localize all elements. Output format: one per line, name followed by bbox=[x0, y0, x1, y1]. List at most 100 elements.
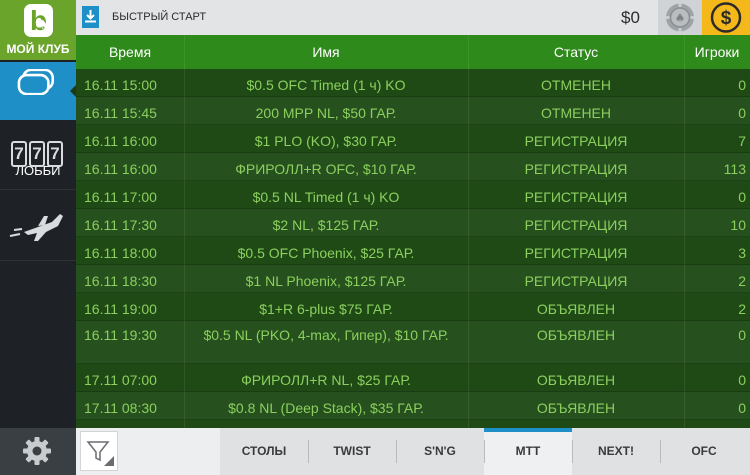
tab-1[interactable]: TWIST bbox=[308, 428, 396, 475]
tournament-time: 16.11 16:00 bbox=[84, 161, 157, 177]
filter-funnel-icon bbox=[86, 441, 114, 466]
column-header-name[interactable]: Имя bbox=[184, 35, 468, 69]
tournament-name: 200 MPP NL, $50 ГАР. bbox=[255, 105, 397, 121]
tournament-name: $1 PLO (KO), $30 ГАР. bbox=[254, 133, 398, 149]
players-count: 0 bbox=[738, 77, 746, 93]
players-count: 0 bbox=[738, 327, 746, 343]
gear-icon bbox=[23, 437, 51, 465]
tournament-status: РЕГИСТРАЦИЯ bbox=[524, 161, 628, 177]
tournament-status: РЕГИСТРАЦИЯ bbox=[524, 133, 628, 149]
sidebar-item-crash-game[interactable] bbox=[0, 191, 76, 261]
poker-chip-icon: ♠ bbox=[666, 3, 694, 32]
column-header-players[interactable]: Игроки bbox=[684, 35, 750, 69]
tournament-name: $0.5 OFC Phoenix, $25 ГАР. bbox=[237, 245, 415, 261]
quick-start-label[interactable]: БЫСТРЫЙ СТАРТ bbox=[112, 10, 206, 24]
table-row[interactable]: 16.11 18:30 $1 NL Phoenix, $125 ГАР. РЕГИС… bbox=[76, 265, 750, 293]
tournament-status: ОТМЕНЕН bbox=[541, 77, 611, 93]
tab-2[interactable]: S'N'G bbox=[396, 428, 484, 475]
tab-5[interactable]: OFC bbox=[660, 428, 748, 475]
tournament-status: ОБЪЯВЛЕН bbox=[536, 372, 616, 388]
tournament-name: $0.5 OFC Timed (1 ч) KO bbox=[246, 77, 406, 93]
players-count: 0 bbox=[738, 372, 746, 388]
poker-chip-button[interactable]: ♠ bbox=[658, 0, 702, 35]
table-row[interactable]: 16.11 17:30 $2 NL, $125 ГАР. РЕГИСТРАЦИЯ 10 bbox=[76, 209, 750, 237]
tab-label: СТОЛЫ bbox=[241, 444, 287, 458]
club-logo-icon: b ♠ bbox=[24, 4, 53, 37]
players-count: 3 bbox=[738, 245, 746, 261]
tournament-name: ФРИРОЛЛ+R NL, $25 ГАР. bbox=[241, 372, 411, 388]
tournament-status: РЕГИСТРАЦИЯ bbox=[524, 217, 628, 233]
tournament-name: $0.5 NL (PKO, 4-max, Гипер), $10 ГАР. bbox=[203, 327, 449, 343]
tab-3[interactable]: MTT bbox=[484, 428, 572, 475]
table-header: Время Имя Статус Игроки bbox=[76, 35, 750, 69]
download-arrow-icon bbox=[85, 10, 96, 23]
column-header-time[interactable]: Время bbox=[76, 35, 184, 69]
tab-label: TWIST bbox=[333, 444, 371, 458]
settings-button[interactable] bbox=[0, 428, 76, 475]
players-count: 113 bbox=[723, 161, 746, 177]
tournament-time: 16.11 17:30 bbox=[84, 217, 157, 233]
tournament-status: ОБЪЯВЛЕН bbox=[536, 301, 616, 317]
tab-4[interactable]: NEXT! bbox=[572, 428, 660, 475]
tournament-time: 17.11 07:00 bbox=[84, 372, 157, 388]
players-count: 2 bbox=[738, 273, 746, 289]
sidebar-item-my-club[interactable]: b ♠ МОЙ КЛУБ bbox=[0, 0, 76, 60]
table-row[interactable]: 17.11 08:30 $0.8 NL (Deep Stack), $35 ГАР… bbox=[76, 392, 750, 420]
tab-divider bbox=[660, 440, 661, 463]
players-count: 0 bbox=[738, 105, 746, 121]
table-row[interactable]: 16.11 17:00 $0.5 NL Timed (1 ч) KO РЕГИСТР… bbox=[76, 181, 750, 209]
tournament-time: 16.11 19:00 bbox=[84, 301, 157, 317]
tournament-status: ОБЪЯВЛЕН bbox=[536, 400, 616, 416]
tournament-time: 17.11 08:30 bbox=[84, 400, 157, 416]
tournament-status: РЕГИСТРАЦИЯ bbox=[524, 189, 628, 205]
players-count: 7 bbox=[738, 133, 746, 149]
table-row[interactable]: 16.11 15:00 $0.5 OFC Timed (1 ч) KO ОТМЕНЕ… bbox=[76, 69, 750, 97]
bottom-bar: СТОЛЫ TWIST S'N'G MTT NEXT! OFC bbox=[76, 428, 750, 475]
sidebar-item-label: МОЙ КЛУБ bbox=[6, 42, 70, 56]
tournament-time: 16.11 18:00 bbox=[84, 245, 157, 261]
tournament-name: $2 NL, $125 ГАР. bbox=[272, 217, 380, 233]
players-count: 2 bbox=[738, 301, 746, 317]
filter-button[interactable] bbox=[80, 431, 118, 471]
tournament-status: ОБЪЯВЛЕН bbox=[536, 327, 616, 343]
tournament-time: 16.11 17:00 bbox=[84, 189, 157, 205]
sidebar-item-lobby[interactable]: ЛОББИ bbox=[0, 62, 76, 178]
tournament-table: Время Имя Статус Игроки 16.11 15:00 $0.5 … bbox=[76, 35, 750, 428]
players-count: 10 bbox=[730, 217, 746, 233]
players-count: 0 bbox=[738, 189, 746, 205]
tournament-name: $1 NL Phoenix, $125 ГАР. bbox=[245, 273, 407, 289]
slot-digit: 7 bbox=[29, 141, 45, 167]
lobby-icon bbox=[17, 69, 55, 95]
tournament-name: ФРИРОЛЛ+R OFC, $10 ГАР. bbox=[235, 161, 417, 177]
table-row[interactable]: 16.11 19:30 $0.5 NL (PKO, 4-max, Гипер), … bbox=[76, 321, 750, 364]
tab-divider bbox=[308, 440, 309, 463]
sidebar-item-slots[interactable]: 777 bbox=[0, 122, 76, 190]
tournament-status: РЕГИСТРАЦИЯ bbox=[524, 245, 628, 261]
tab-divider bbox=[572, 440, 573, 463]
table-row[interactable]: 16.11 16:00 ФРИРОЛЛ+R OFC, $10 ГАР. РЕГИСТ… bbox=[76, 153, 750, 181]
tab-label: NEXT! bbox=[598, 444, 634, 458]
coin-symbol: $ bbox=[721, 8, 732, 29]
tournament-time: 16.11 16:00 bbox=[84, 133, 157, 149]
cashier-button[interactable]: $ bbox=[702, 0, 750, 35]
dollar-coin-icon: $ bbox=[710, 2, 742, 33]
table-row[interactable] bbox=[76, 420, 750, 428]
quick-start-icon[interactable] bbox=[82, 6, 99, 28]
table-row[interactable]: 17.11 07:00 ФРИРОЛЛ+R NL, $25 ГАР. ОБЪЯВЛЕ… bbox=[76, 364, 750, 392]
tournament-name: $1+R 6-plus $75 ГАР. bbox=[259, 301, 393, 317]
column-header-status[interactable]: Статус bbox=[468, 35, 684, 69]
table-row[interactable]: 16.11 15:45 200 MPP NL, $50 ГАР. ОТМЕНЕН 0 bbox=[76, 97, 750, 125]
tab-0[interactable]: СТОЛЫ bbox=[220, 428, 308, 475]
airplane-icon bbox=[9, 214, 63, 241]
slot-digit: 7 bbox=[11, 141, 27, 167]
app-window: b ♠ МОЙ КЛУБ ЛОББИ 777 БЫСТРЫЙ СТАРТ $0 … bbox=[0, 0, 750, 475]
tournament-name: $0.5 NL Timed (1 ч) KO bbox=[252, 189, 400, 205]
table-row[interactable]: 16.11 16:00 $1 PLO (KO), $30 ГАР. РЕГИСТРА… bbox=[76, 125, 750, 153]
players-count: 0 bbox=[738, 400, 746, 416]
tab-label: S'N'G bbox=[424, 444, 456, 458]
tournament-time: 16.11 15:45 bbox=[84, 105, 157, 121]
table-row[interactable]: 16.11 19:00 $1+R 6-plus $75 ГАР. ОБЪЯВЛЕН 2 bbox=[76, 293, 750, 321]
tournament-time: 16.11 18:30 bbox=[84, 273, 157, 289]
tab-divider bbox=[484, 440, 485, 463]
table-row[interactable]: 16.11 18:00 $0.5 OFC Phoenix, $25 ГАР. РЕГ… bbox=[76, 237, 750, 265]
